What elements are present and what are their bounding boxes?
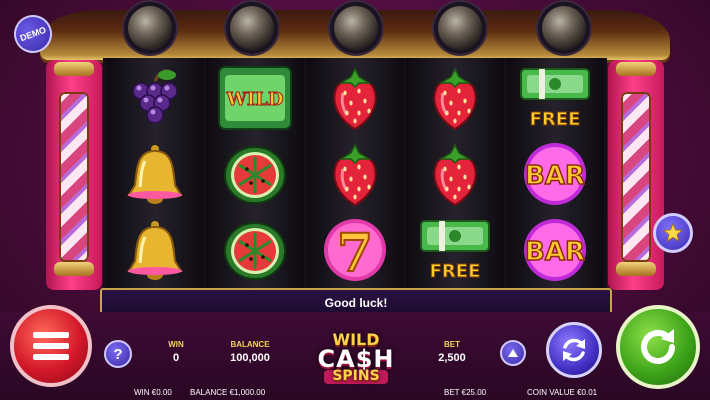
win-label: WIN [168, 340, 184, 349]
footer-bet: BET €25.00 [444, 388, 487, 397]
logo-line-2: CA$H [317, 344, 395, 373]
message-text: Good luck! [324, 296, 388, 310]
seven-icon: 7 [306, 212, 404, 288]
bet-increase-button[interactable] [500, 340, 526, 366]
left-pillar-base [54, 262, 94, 276]
right-candy-stripe [621, 92, 651, 262]
reel-1 [106, 58, 204, 290]
bar-icon: BAR [506, 136, 604, 212]
reel-5: FREE BAR BAR [506, 58, 604, 290]
left-pillar-cap [54, 62, 94, 76]
menu-button[interactable] [10, 305, 92, 387]
free-cash-icon: FREE [406, 212, 504, 288]
win-value: 0 [172, 352, 180, 364]
spin-arrow-icon [641, 329, 675, 364]
triangle-up-icon [508, 349, 518, 357]
help-button[interactable]: ? [104, 340, 132, 368]
canopy-light-icon [330, 2, 382, 54]
balance-value: 100,000 [230, 352, 270, 364]
strawberry-icon [406, 136, 504, 212]
footer-win: WIN €0.00 [134, 388, 172, 397]
autoplay-icon [563, 338, 585, 362]
logo-line-3: SPINS [324, 369, 388, 384]
svg-text:FREE: FREE [430, 261, 481, 282]
footer-balance: BALANCE €1,000.00 [190, 388, 266, 397]
watermelon-icon [206, 212, 304, 288]
svg-text:7: 7 [337, 223, 373, 284]
strawberry-icon [306, 60, 404, 136]
bar-icon: BAR [506, 212, 604, 288]
demo-label: DEMO [18, 24, 48, 44]
reel-2: WILD [206, 58, 304, 290]
bet-value: 2,500 [438, 352, 466, 364]
svg-text:BAR: BAR [525, 161, 585, 191]
svg-text:FREE: FREE [530, 109, 581, 130]
canopy-light-icon [226, 2, 278, 54]
canopy-light-icon [434, 2, 486, 54]
strawberry-icon [406, 60, 504, 136]
help-icon: ? [113, 345, 123, 363]
hamburger-icon [33, 332, 69, 360]
balance-label: BALANCE [230, 340, 270, 349]
right-pillar-base [616, 262, 656, 276]
spin-button[interactable] [616, 305, 700, 389]
free-cash-icon: FREE [506, 60, 604, 136]
right-pillar-cap [616, 62, 656, 76]
star-icon [663, 223, 683, 242]
autoplay-button[interactable] [546, 322, 602, 378]
canopy-light-icon [538, 2, 590, 54]
footer-coin-value: COIN VALUE €0.01 [527, 388, 598, 397]
wild-icon: WILD [206, 60, 304, 136]
reel-4: FREE [406, 58, 504, 290]
svg-text:WILD: WILD [226, 89, 284, 110]
canopy-light-icon [124, 2, 176, 54]
grapes-icon [106, 60, 204, 136]
reel-3: 7 [306, 58, 404, 290]
bell-icon [106, 212, 204, 288]
strawberry-icon [306, 136, 404, 212]
bell-icon [106, 136, 204, 212]
svg-text:BAR: BAR [525, 237, 585, 267]
bet-label: BET [444, 340, 460, 349]
game-logo: WILD CA$H SPINS [306, 318, 406, 398]
left-candy-stripe [59, 92, 89, 262]
watermelon-icon [206, 136, 304, 212]
feature-star-button[interactable] [653, 213, 693, 253]
